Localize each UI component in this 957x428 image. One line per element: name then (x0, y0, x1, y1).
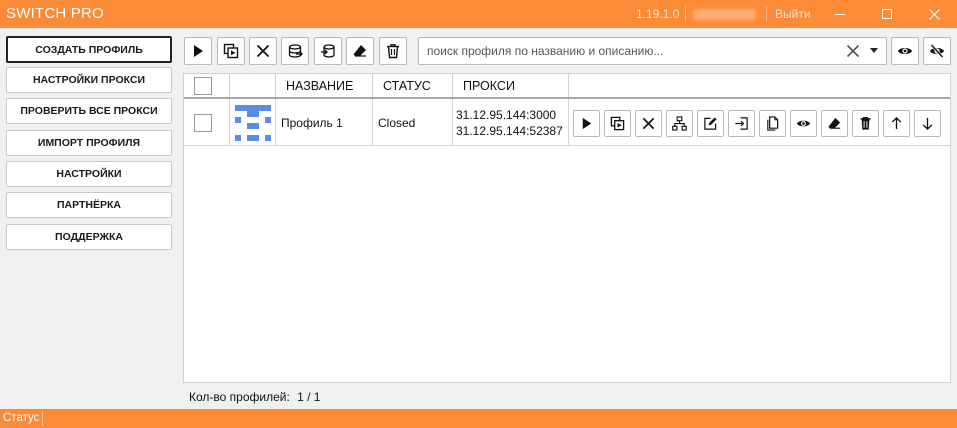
hide-profiles-button[interactable] (923, 37, 951, 65)
profile-count-label: Кол-во профилей: (189, 390, 290, 404)
row-start-copy-button[interactable] (604, 110, 631, 137)
close-window-button[interactable] (911, 0, 957, 28)
import-proxy-button[interactable] (314, 37, 342, 65)
row-stop-button[interactable] (635, 110, 662, 137)
delete-selected-button[interactable] (379, 37, 407, 65)
stop-selected-button[interactable] (249, 37, 277, 65)
row-start-button[interactable] (573, 110, 600, 137)
proxy-import-icon (321, 44, 335, 58)
row-show-button[interactable] (790, 110, 817, 137)
arrow-down-icon (922, 117, 933, 131)
version-label: 1.19.1.0 (636, 7, 680, 21)
clear-button[interactable] (346, 37, 374, 65)
avatar (235, 104, 271, 141)
trash-icon (860, 116, 871, 130)
row-proxy-button[interactable] (666, 110, 693, 137)
header-select-cell (184, 74, 230, 98)
status-text: Статус (3, 412, 40, 424)
row-move-down-button[interactable] (914, 110, 941, 137)
search-box (418, 37, 887, 65)
row-delete-button[interactable] (852, 110, 879, 137)
search-input[interactable] (427, 43, 827, 59)
export-icon (735, 117, 748, 130)
settings-button[interactable]: НАСТРОЙКИ (6, 161, 172, 187)
show-profiles-button[interactable] (891, 37, 919, 65)
header-actions-cell (569, 74, 950, 98)
maximize-icon (882, 9, 892, 19)
close-icon (928, 8, 940, 20)
minimize-button[interactable] (817, 0, 863, 28)
row-proxy-line: 31.12.95.144:3000 (456, 107, 557, 122)
header-status[interactable]: СТАТУС (373, 74, 453, 98)
check-proxy-button[interactable] (281, 37, 309, 65)
profiles-table: НАЗВАНИЕ СТАТУС ПРОКСИ Профиль 1 Closed … (183, 73, 951, 383)
check-all-proxies-button[interactable]: ПРОВЕРИТЬ ВСЕ ПРОКСИ (6, 98, 172, 124)
play-icon (582, 117, 592, 130)
import-profile-button[interactable]: ИМПОРТ ПРОФИЛЯ (6, 130, 172, 156)
row-export-button[interactable] (728, 110, 755, 137)
user-name-redacted (693, 9, 756, 20)
arrow-up-icon (891, 116, 902, 130)
header-avatar-cell (230, 74, 276, 98)
create-profile-button[interactable]: СОЗДАТЬ ПРОФИЛЬ (6, 36, 172, 63)
app-title: SWITCH PRO (6, 5, 104, 22)
eye-icon (898, 48, 912, 54)
row-select-cell (184, 99, 230, 146)
profile-count: Кол-во профилей: 1 / 1 (189, 390, 324, 404)
copy-play-icon (223, 43, 239, 59)
select-all-checkbox[interactable] (194, 77, 212, 95)
maximize-button[interactable] (864, 0, 910, 28)
start-selected-button[interactable] (184, 37, 212, 65)
profile-count-value: 1 / 1 (297, 390, 321, 404)
row-name[interactable]: Профиль 1 (276, 99, 373, 146)
start-copy-button[interactable] (217, 37, 245, 65)
row-proxy-line: 31.12.95.144:52387 (456, 123, 563, 138)
close-icon (256, 44, 270, 58)
title-separator (766, 6, 767, 22)
eraser-icon (828, 117, 841, 129)
title-bar: SWITCH PRO 1.19.1.0 Выйти (0, 0, 957, 28)
table-row[interactable]: Профиль 1 Closed 31.12.95.144:3000 31.12… (184, 99, 950, 146)
edit-icon (704, 117, 717, 130)
support-button[interactable]: ПОДДЕРЖКА (6, 224, 172, 250)
eye-off-icon (930, 44, 944, 58)
clear-search-icon[interactable] (846, 44, 860, 58)
play-icon (194, 45, 203, 57)
title-separator (685, 6, 686, 22)
row-status: Closed (373, 99, 453, 146)
eraser-icon (353, 45, 366, 57)
row-actions (569, 99, 950, 146)
row-move-up-button[interactable] (883, 110, 910, 137)
row-clear-button[interactable] (821, 110, 848, 137)
copy-play-icon (610, 116, 625, 131)
status-separator (42, 411, 43, 426)
minimize-icon (835, 13, 845, 15)
chevron-down-icon[interactable] (870, 48, 878, 53)
status-bar: Статус (0, 409, 957, 428)
header-name[interactable]: НАЗВАНИЕ (276, 74, 373, 98)
row-edit-button[interactable] (697, 110, 724, 137)
row-checkbox[interactable] (194, 113, 212, 132)
trash-icon (387, 44, 399, 59)
row-proxy: 31.12.95.144:3000 31.12.95.144:52387 (453, 99, 569, 146)
network-icon (672, 116, 687, 131)
row-avatar-cell (230, 99, 276, 146)
header-proxy[interactable]: ПРОКСИ (453, 74, 569, 98)
partner-button[interactable]: ПАРТНЁРКА (6, 192, 172, 218)
row-clone-button[interactable] (759, 110, 786, 137)
clone-icon (767, 116, 779, 131)
eye-icon (796, 120, 811, 127)
proxy-settings-button[interactable]: НАСТРОЙКИ ПРОКСИ (6, 67, 172, 93)
logout-link[interactable]: Выйти (775, 7, 811, 21)
close-icon (642, 117, 655, 130)
proxy-check-icon (288, 44, 303, 58)
